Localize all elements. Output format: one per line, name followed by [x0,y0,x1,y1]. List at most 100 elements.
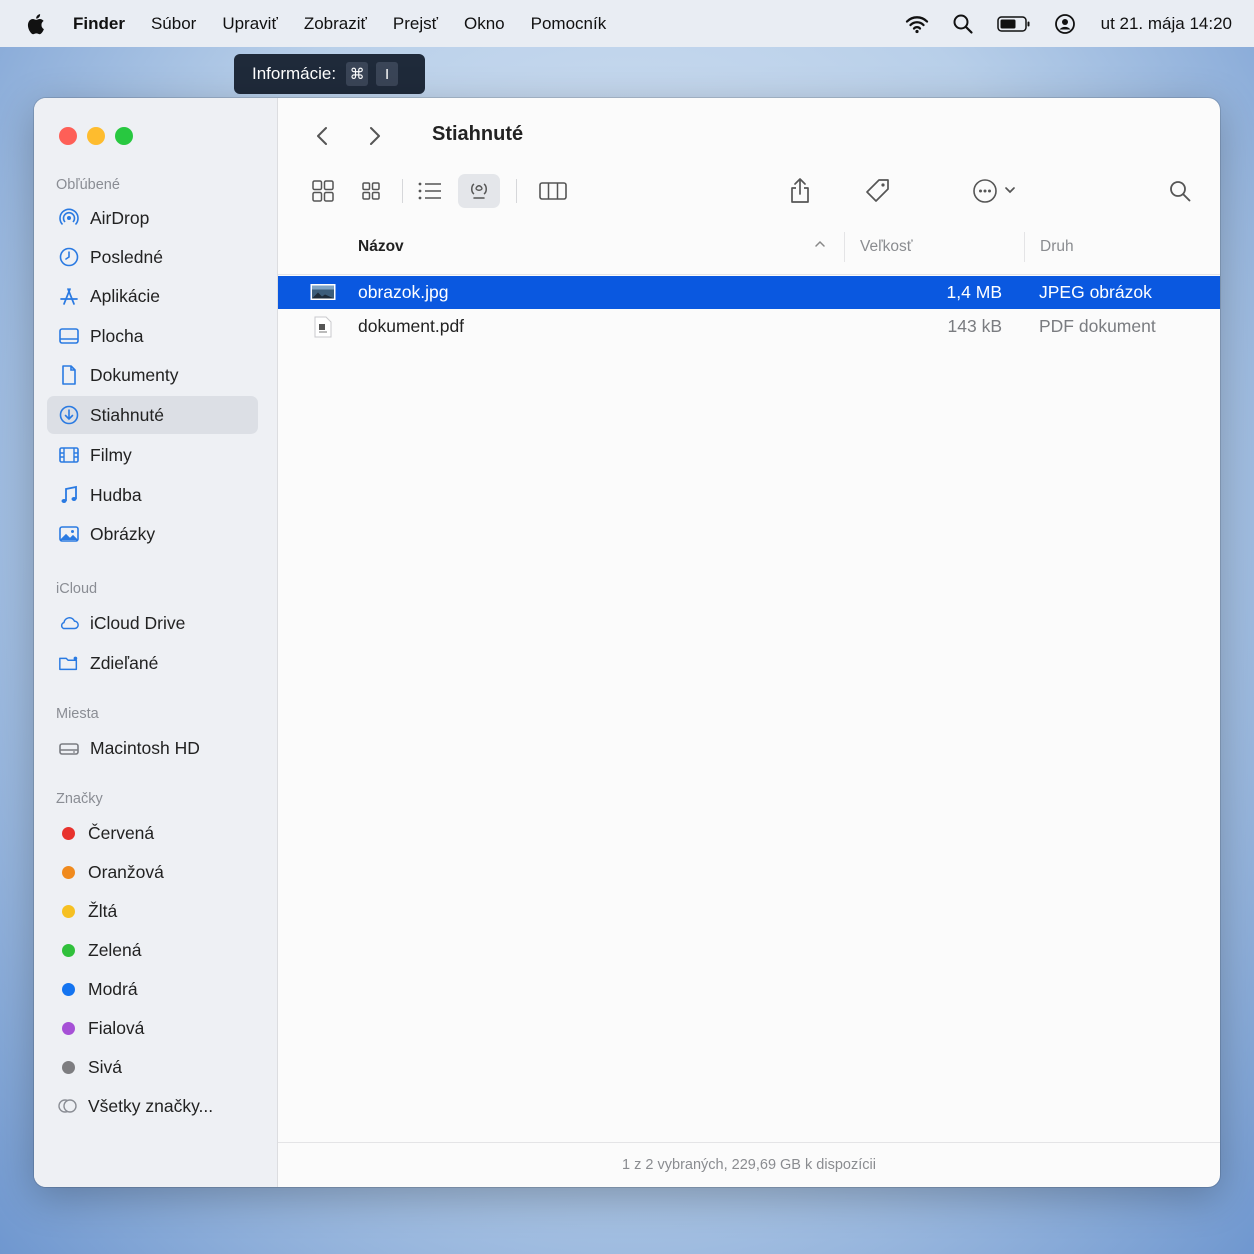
sidebar-item-label: Červená [88,822,155,843]
chevron-right-icon [370,127,380,145]
wifi-icon[interactable] [905,12,929,36]
section-tags: Značky [56,791,103,807]
sidebar-item-label: Filmy [90,444,132,465]
sidebar-all-tags[interactable]: Všetky značky... [47,1087,258,1125]
sidebar-item-documents[interactable]: Dokumenty [47,356,258,394]
zoom-button[interactable] [115,127,133,145]
gallery-view-button[interactable] [458,174,500,208]
column-divider[interactable] [1024,232,1025,262]
sidebar-tag-orange[interactable]: Oranžová [47,853,258,891]
sidebar-tag-red[interactable]: Červená [47,814,258,852]
sidebar-item-shared[interactable]: Zdieľané [47,644,258,682]
file-name: dokument.pdf [358,316,465,336]
chevron-left-icon [317,127,327,145]
sidebar-item-downloads[interactable]: Stiahnuté [47,396,258,434]
file-row-obrazok[interactable]: obrazok.jpg 1,4 MB JPEG obrázok [278,276,1220,309]
file-size: 143 kB [947,316,1002,336]
sidebar-item-desktop[interactable]: Plocha [47,317,258,355]
action-menu-button[interactable] [968,174,1026,208]
sidebar-item-pictures[interactable]: Obrázky [47,515,258,553]
sidebar-tag-green[interactable]: Zelená [47,931,258,969]
toolbar-divider [516,179,517,203]
menu-clock[interactable]: ut 21. mája 14:20 [1101,14,1232,34]
ellipsis-circle-icon [973,179,1015,203]
sidebar-item-applications[interactable]: Aplikácie [47,277,258,315]
small-icon-view-button[interactable] [354,174,388,208]
share-button[interactable] [782,174,818,208]
sidebar-item-label: Sivá [88,1056,123,1077]
apple-icon[interactable] [26,12,48,36]
tag-dot [62,982,75,996]
tag-dot [62,1021,75,1035]
sidebar-item-label: Dokumenty [90,364,179,385]
file-kind: JPEG obrázok [1039,282,1152,302]
sidebar-item-label: Zdieľané [90,652,159,673]
sidebar-item-movies[interactable]: Filmy [47,436,258,474]
list-icon [418,182,441,200]
menu-bar: Finder Súbor Upraviť Zobraziť Prejsť Okn… [0,0,1254,47]
sidebar-item-label: Obrázky [90,523,156,544]
shortcut-tooltip: Informácie: ⌘ I [234,54,425,94]
sidebar-tag-purple[interactable]: Fialová [47,1009,258,1047]
search-icon[interactable] [951,12,975,36]
main-pane: Stiahnuté Názov Veľkosť Druh obrazok.jpg… [278,98,1220,1187]
menu-edit[interactable]: Upraviť [222,14,278,34]
column-size-header[interactable]: Veľkosť [860,238,913,256]
file-name: obrazok.jpg [358,282,449,302]
menu-finder[interactable]: Finder [73,14,125,34]
sidebar-item-airdrop[interactable]: AirDrop [47,199,258,237]
sidebar-item-label: Fialová [88,1017,145,1038]
tag-dot [62,943,75,957]
tag-dot [62,904,75,918]
battery-icon[interactable] [996,12,1031,36]
sidebar-item-label: Aplikácie [90,285,161,306]
status-bar: 1 z 2 vybraných, 229,69 GB k dispozícii [278,1142,1220,1187]
sidebar-tag-yellow[interactable]: Žltá [47,892,258,930]
tooltip-label: Informácie: [252,64,337,83]
tooltip-key-letter: I [376,62,399,86]
clock-icon [58,246,80,268]
jpeg-thumbnail-icon [310,282,336,307]
user-icon[interactable] [1053,12,1077,36]
disk-icon [58,737,80,759]
column-view-button[interactable] [534,174,572,208]
forward-button[interactable] [363,124,387,148]
section-places: Miesta [56,706,99,722]
sidebar-item-music[interactable]: Hudba [47,476,258,514]
menu-window[interactable]: Okno [464,14,505,34]
menu-view[interactable]: Zobraziť [304,14,367,34]
menu-go[interactable]: Prejsť [393,14,438,34]
sidebar-tag-gray[interactable]: Sivá [47,1048,258,1086]
sidebar-item-label: Oranžová [88,861,164,882]
sidebar-item-label: Modrá [88,978,138,999]
column-kind-header[interactable]: Druh [1040,238,1074,256]
menu-file[interactable]: Súbor [151,14,196,34]
sidebar-tag-blue[interactable]: Modrá [47,970,258,1008]
list-view-button[interactable] [412,174,448,208]
close-button[interactable] [59,127,77,145]
menu-help[interactable]: Pomocník [531,14,607,34]
sort-ascending-icon[interactable] [814,237,826,256]
tag-dot [62,826,75,840]
file-row-dokument[interactable]: dokument.pdf 143 kB PDF dokument [278,310,1220,343]
back-button[interactable] [310,124,334,148]
tag-dot [62,1060,75,1074]
sidebar-item-icloud-drive[interactable]: iCloud Drive [47,604,258,642]
section-favorites: Obľúbené [56,177,120,193]
column-name-header[interactable]: Názov [358,238,404,256]
tag-icon [866,179,889,202]
toolbar-divider [402,179,403,203]
icon-view-button[interactable] [306,174,340,208]
sidebar-item-label: Žltá [88,900,118,921]
column-divider[interactable] [844,232,845,262]
shared-folder-icon [58,652,80,674]
gallery-icon [471,183,487,199]
minimize-button[interactable] [87,127,105,145]
search-button[interactable] [1162,174,1198,208]
tag-button[interactable] [860,174,896,208]
sidebar-item-recents[interactable]: Posledné [47,238,258,276]
sidebar-item-macintosh-hd[interactable]: Macintosh HD [47,729,258,767]
film-icon [58,444,80,466]
sidebar-item-label: Plocha [90,325,144,346]
list-header: Názov Veľkosť Druh [278,224,1220,275]
